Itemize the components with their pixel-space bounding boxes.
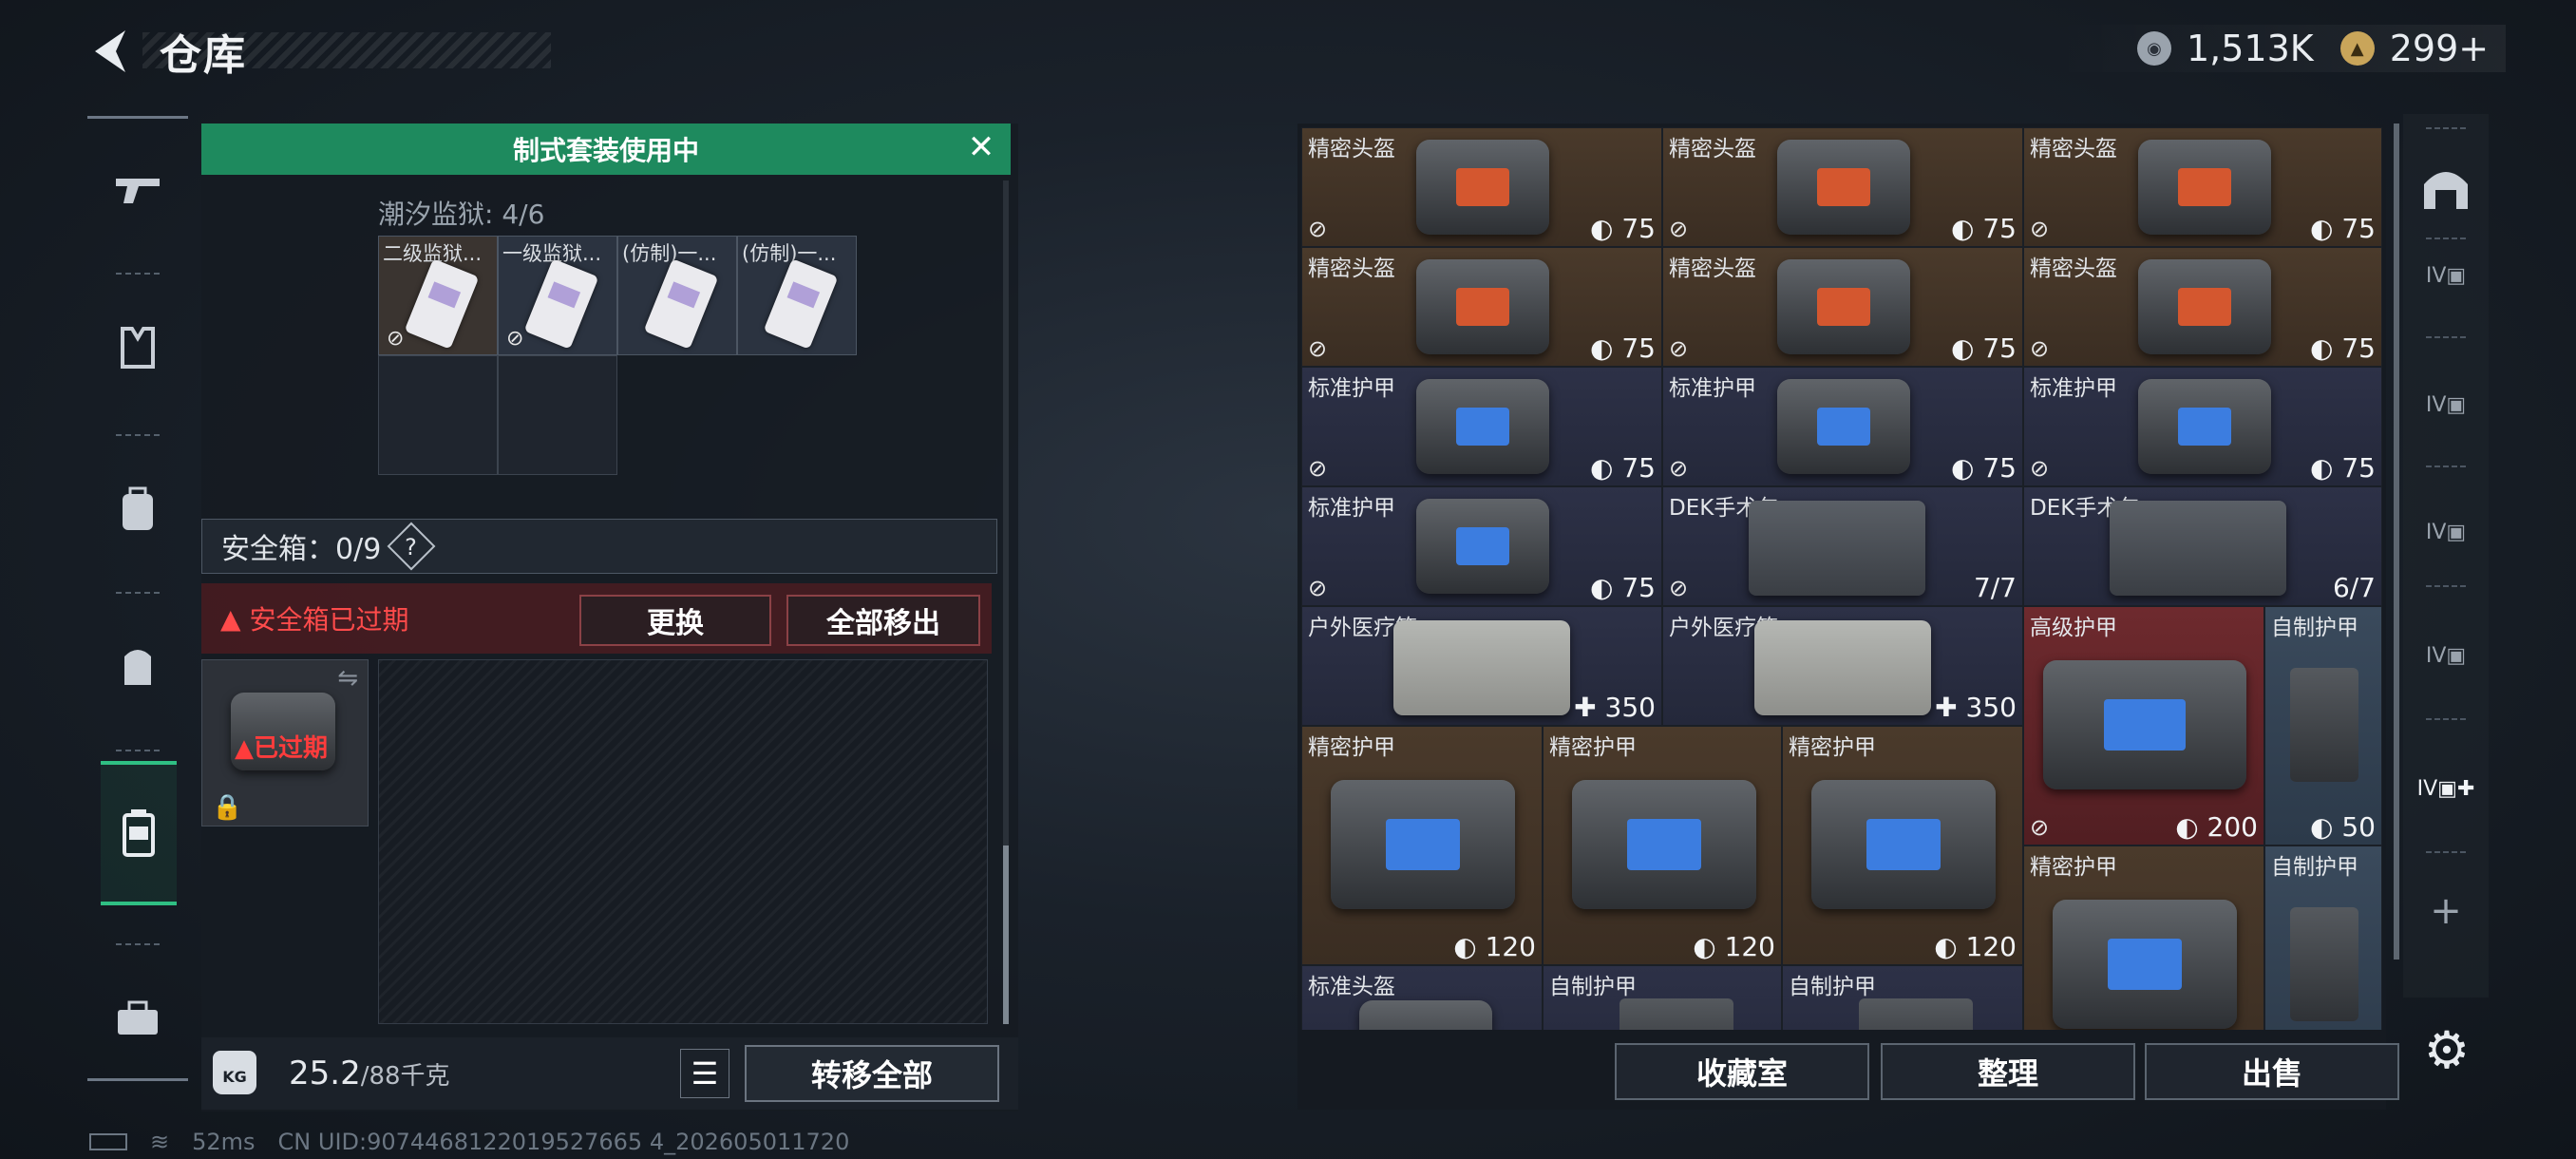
key-item[interactable]: (仿制)一... — [617, 236, 737, 355]
key-item[interactable]: (仿制)一... — [737, 236, 857, 355]
battery-icon — [89, 1133, 127, 1150]
inventory-item[interactable]: 标准护甲 ⊘ ◐ 75 — [1301, 367, 1662, 486]
keycard-icon — [404, 258, 480, 350]
safebox-expired-bar: ▲ 安全箱已过期 更换 全部移出 — [201, 583, 992, 654]
list-view-icon[interactable]: ☰ — [680, 1049, 729, 1098]
inventory-item[interactable]: 标准头盔 — [1301, 965, 1543, 1030]
inventory-item[interactable]: 自制护甲 — [1782, 965, 2023, 1030]
coin-icon: ◉ — [2137, 31, 2171, 66]
swap-icon: ⇋ — [337, 664, 358, 693]
warning-icon: ▲ — [220, 602, 250, 635]
inventory-item[interactable]: 户外医疗箱 ✚ 350 — [1301, 606, 1662, 726]
inventory-item[interactable]: 精密护甲 ◐ 120 — [1301, 726, 1543, 965]
transfer-all-button[interactable]: 转移全部 — [745, 1045, 999, 1102]
key-item[interactable]: 二级监狱... ⊘ — [378, 236, 498, 355]
inventory-item[interactable]: 精密护甲 ◐ 120 — [1543, 726, 1782, 965]
all-items-tab-icon[interactable] — [2416, 165, 2475, 224]
keycard-icon — [523, 258, 599, 350]
collection-room-button[interactable]: 收藏室 — [1615, 1043, 1869, 1100]
left-scrollbar[interactable] — [1003, 180, 1009, 1024]
empty-slot[interactable] — [378, 355, 498, 475]
inventory-item[interactable]: 标准护甲 ⊘ ◐ 75 — [2023, 367, 2382, 486]
key-set-label: 潮汐监狱: 4/6 — [378, 199, 545, 230]
storage-tab-4-icon[interactable]: IV▣ — [2416, 627, 2475, 686]
storage-tab-2-icon[interactable]: IV▣ — [2416, 376, 2475, 435]
wifi-icon: ≋ — [150, 1129, 170, 1155]
back-button[interactable] — [84, 23, 141, 80]
currency-bar: ◉ 1,513K ▲ 299+ — [2052, 25, 2506, 72]
inventory-item[interactable]: DEK手术包 6/7 — [2023, 486, 2382, 606]
safebox-grid[interactable] — [378, 659, 988, 1024]
key-item[interactable]: 一级监狱... ⊘ — [498, 236, 617, 355]
safebox-icon[interactable] — [101, 761, 177, 905]
settings-gear-icon[interactable]: ⚙ — [2418, 1022, 2475, 1079]
weapon-icon[interactable] — [87, 119, 188, 261]
lock-icon: 🔒 — [212, 793, 243, 822]
currency-premium[interactable]: 299+ — [2390, 28, 2489, 69]
inventory-item[interactable]: 精密头盔 ⊘ ◐ 75 — [1662, 127, 2023, 247]
empty-slot[interactable] — [498, 355, 617, 475]
inventory-item[interactable]: 精密头盔 ⊘ ◐ 75 — [2023, 247, 2382, 367]
category-sidebar — [87, 116, 188, 1081]
weight-icon: KG — [213, 1051, 256, 1094]
loadout-banner: 制式套装使用中 ✕ — [201, 124, 1011, 175]
safebox-capacity: 安全箱：0/9 — [221, 533, 382, 566]
backpack-icon[interactable] — [87, 438, 188, 580]
inventory-item[interactable]: 自制护甲 ◐ 50 — [2264, 606, 2382, 846]
currency-coins: 1,513K — [2187, 28, 2314, 69]
inventory-item[interactable]: 户外医疗箱 ✚ 350 — [1662, 606, 2023, 726]
keycard-icon — [643, 258, 719, 350]
no-trade-icon: ⊘ — [506, 327, 524, 351]
close-icon[interactable]: ✕ — [965, 131, 997, 165]
left-footer: KG 25.2/88千克 ☰ 转移全部 — [201, 1037, 1018, 1110]
loadout-banner-text: 制式套装使用中 — [512, 135, 699, 166]
inventory-item[interactable]: 精密头盔 ⊘ ◐ 75 — [1301, 127, 1662, 247]
page-title: 仓库 — [160, 31, 247, 80]
ping: 52ms — [192, 1129, 256, 1155]
warehouse-grid-container: 精密头盔 ⊘ ◐ 75 精密头盔 ⊘ ◐ 75 精密头盔 ⊘ ◐ 75 精密头盔 ⊘ ◐… — [1297, 124, 2386, 1034]
inventory-item[interactable]: 标准护甲 ⊘ ◐ 75 — [1662, 367, 2023, 486]
inventory-item[interactable]: 精密护甲 ◐ 120 — [1782, 726, 2023, 965]
inventory-item[interactable]: DEK手术包 ⊘ 7/7 — [1662, 486, 2023, 606]
add-tab-button[interactable]: + — [2416, 882, 2475, 940]
help-icon[interactable]: ? — [387, 522, 436, 571]
back-arrow-icon — [95, 30, 125, 72]
add-storage-tab-icon[interactable]: IV▣✚ — [2416, 760, 2475, 819]
safebox-header: 安全箱：0/9 ? — [201, 519, 997, 574]
armor-icon[interactable] — [87, 276, 188, 419]
inventory-item[interactable]: 精密头盔 ⊘ ◐ 75 — [2023, 127, 2382, 247]
expired-message: 安全箱已过期 — [249, 604, 409, 636]
warehouse-footer: 收藏室 整理 出售 — [1297, 1034, 2399, 1110]
storage-tab-3-icon[interactable]: IV▣ — [2416, 504, 2475, 562]
premium-coin-icon: ▲ — [2339, 31, 2375, 66]
safebox-item[interactable]: ▲已过期 ⇋ 🔒 — [201, 659, 369, 826]
no-trade-icon: ⊘ — [387, 327, 405, 351]
storage-tab-1-icon[interactable]: IV▣ — [2416, 247, 2475, 306]
inventory-item[interactable]: 自制护甲 — [2264, 846, 2382, 1030]
toolbox-icon[interactable] — [87, 947, 188, 1090]
replace-button[interactable]: 更换 — [579, 595, 771, 646]
expired-label: ▲已过期 — [235, 734, 329, 763]
inventory-item[interactable]: 高级护甲 ⊘ ◐ 200 — [2023, 606, 2264, 846]
right-scrollbar[interactable] — [2394, 124, 2399, 960]
inventory-item[interactable]: 自制护甲 — [1543, 965, 1782, 1030]
sort-button[interactable]: 整理 — [1881, 1043, 2135, 1100]
warehouse-grid[interactable]: 精密头盔 ⊘ ◐ 75 精密头盔 ⊘ ◐ 75 精密头盔 ⊘ ◐ 75 精密头盔 ⊘ ◐… — [1301, 127, 2382, 1030]
chest-rig-icon[interactable] — [87, 594, 188, 736]
carry-weight: 25.2/88千克 — [289, 1054, 450, 1092]
remove-all-button[interactable]: 全部移出 — [786, 595, 980, 646]
inventory-item[interactable]: 标准护甲 ⊘ ◐ 75 — [1301, 486, 1662, 606]
uid: CN UID:9074468122019527665 4_20260501172… — [277, 1129, 850, 1155]
inventory-item[interactable]: 精密护甲 — [2023, 846, 2264, 1030]
warehouse-tabs: IV▣ IV▣ IV▣ IV▣ IV▣✚ + — [2403, 114, 2489, 998]
inventory-item[interactable]: 精密头盔 ⊘ ◐ 75 — [1662, 247, 2023, 367]
sell-button[interactable]: 出售 — [2145, 1043, 2399, 1100]
status-bar: ≋ 52ms CN UID:9074468122019527665 4_2026… — [89, 1129, 849, 1155]
inventory-item[interactable]: 精密头盔 ⊘ ◐ 75 — [1301, 247, 1662, 367]
keycard-icon — [763, 258, 839, 350]
